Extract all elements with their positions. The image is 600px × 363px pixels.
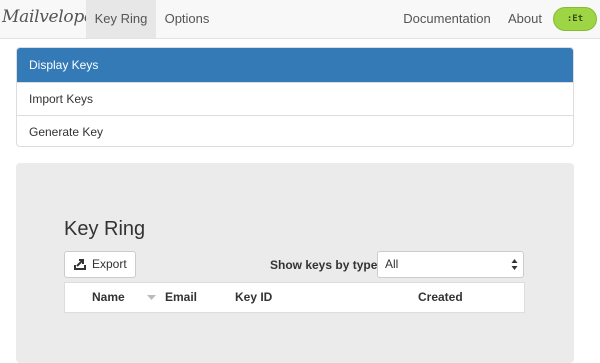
subnav-item-import-keys[interactable]: Import Keys xyxy=(17,82,573,115)
column-header-key-id[interactable]: Key ID xyxy=(235,283,272,312)
subnav-item-generate-key[interactable]: Generate Key xyxy=(17,115,573,146)
tab-key-ring[interactable]: Key Ring xyxy=(86,0,156,38)
tab-options[interactable]: Options xyxy=(156,0,218,38)
brand-logo[interactable]: Mailvelope xyxy=(2,7,94,27)
subnav-item-display-keys[interactable]: Display Keys xyxy=(17,48,573,82)
export-button[interactable]: Export xyxy=(64,251,136,278)
documentation-link[interactable]: Documentation xyxy=(399,0,495,38)
column-header-name[interactable]: Name xyxy=(92,283,125,312)
sort-down-icon[interactable] xyxy=(147,295,156,300)
export-button-label: Export xyxy=(92,257,127,271)
top-navbar: Mailvelope Key Ring Options Documentatio… xyxy=(0,0,600,39)
column-header-created[interactable]: Created xyxy=(418,283,463,312)
select-arrows-icon xyxy=(511,259,518,270)
key-type-select-value: All xyxy=(385,257,399,271)
column-header-email[interactable]: Email xyxy=(165,283,197,312)
keyring-subnav: Display Keys Import Keys Generate Key xyxy=(16,47,574,147)
extension-badge[interactable]: :Et xyxy=(553,7,597,31)
key-type-select[interactable]: All xyxy=(377,251,524,278)
page-title: Key Ring xyxy=(64,218,146,240)
about-link[interactable]: About xyxy=(502,0,548,38)
filter-label: Show keys by type xyxy=(270,258,378,272)
export-icon xyxy=(74,259,86,270)
key-table: Name Email Key ID Created xyxy=(64,282,525,313)
